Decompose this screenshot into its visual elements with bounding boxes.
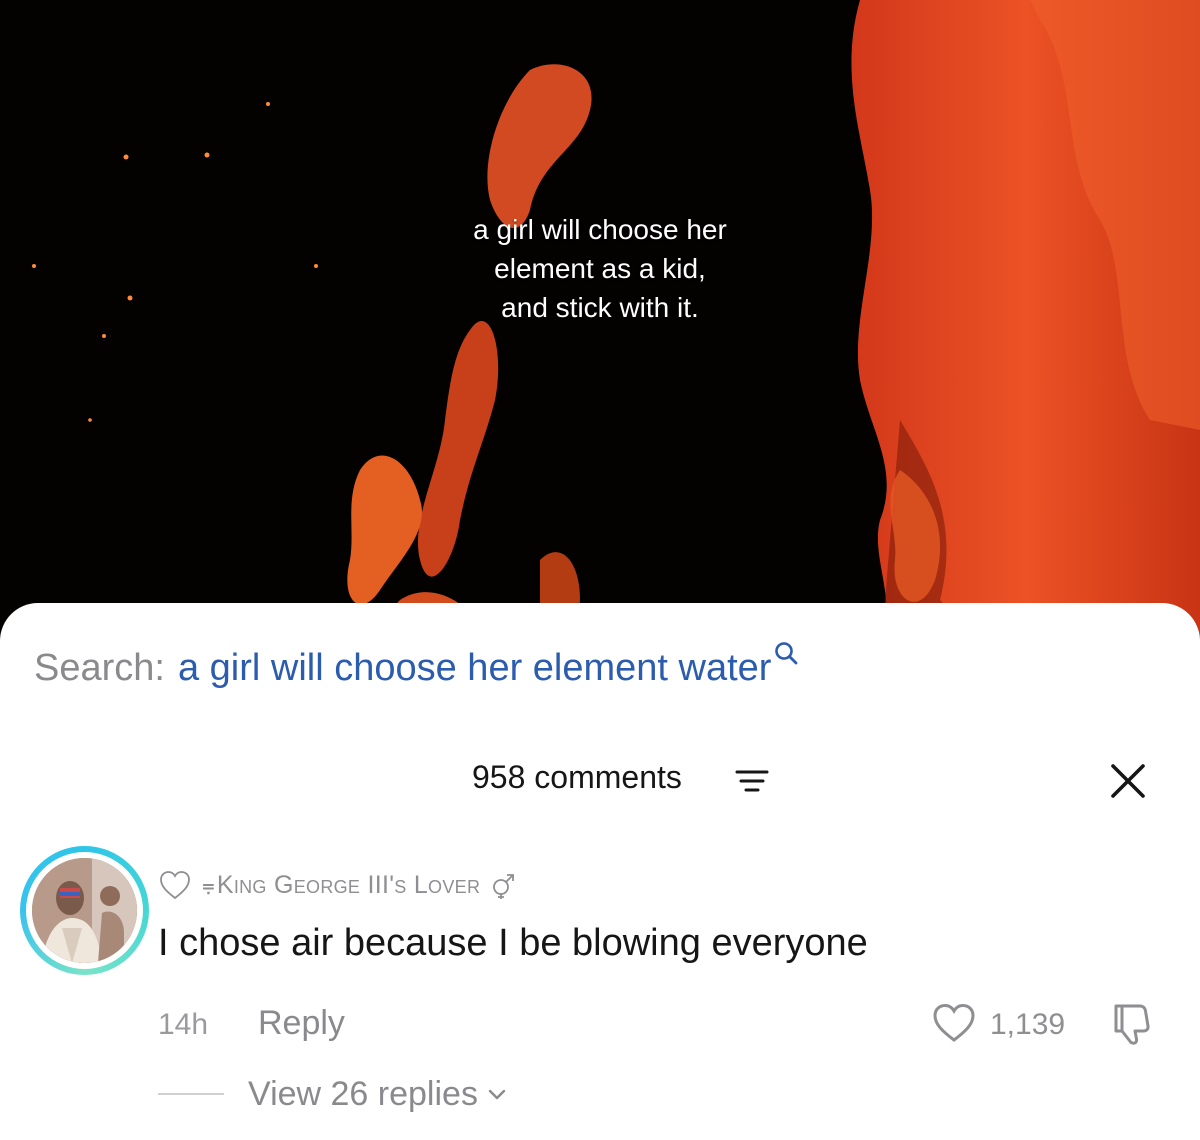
video-caption: a girl will choose her element as a kid,… — [400, 210, 800, 327]
comments-header: 958 comments — [0, 753, 1200, 803]
view-replies-label[interactable]: View 26 replies — [248, 1075, 478, 1114]
reply-button[interactable]: Reply — [258, 1004, 345, 1043]
avatar-portrait-icon — [32, 858, 137, 963]
heart-outline-icon — [160, 871, 190, 900]
video-frame[interactable]: a girl will choose her element as a kid,… — [0, 0, 1200, 660]
dislike-thumbs-down-icon[interactable] — [1108, 1002, 1158, 1046]
search-suggestion[interactable]: Search: a girl will choose her element w… — [34, 642, 798, 697]
comment-body: I chose air because I be blowing everyon… — [158, 922, 868, 964]
avatar-image — [32, 858, 137, 963]
fire-background-image — [0, 0, 1200, 660]
close-icon[interactable] — [1108, 761, 1148, 801]
comment-actions: 14h Reply 1,139 — [158, 1002, 1168, 1046]
like-heart-icon[interactable] — [931, 1002, 977, 1044]
view-replies-button[interactable]: View 26 replies — [158, 1073, 508, 1115]
comments-count: 958 comments — [472, 759, 682, 795]
caption-line: element as a kid, — [494, 253, 706, 284]
comment-timestamp: 14h — [158, 1008, 209, 1041]
screen: a girl will choose her element as a kid,… — [0, 0, 1200, 1140]
avatar[interactable] — [20, 846, 149, 975]
filter-sort-icon[interactable] — [734, 767, 770, 795]
caption-line: and stick with it. — [501, 292, 699, 323]
caption-line: a girl will choose her — [473, 214, 727, 245]
comments-sheet: Search: a girl will choose her element w… — [0, 603, 1200, 1140]
male-female-symbol-icon — [493, 874, 515, 899]
search-icon[interactable] — [773, 640, 799, 666]
comment-meta: ⩦ King George III's Lover — [158, 868, 518, 902]
username-decoration: ⩦ — [202, 872, 215, 897]
like-count: 1,139 — [990, 1008, 1066, 1041]
comment-username[interactable]: King George III's Lover — [217, 871, 480, 900]
replies-divider — [158, 1093, 224, 1095]
search-query-link[interactable]: a girl will choose her element water — [178, 647, 772, 690]
search-prefix-label: Search: — [34, 647, 165, 689]
chevron-down-icon — [488, 1089, 506, 1100]
